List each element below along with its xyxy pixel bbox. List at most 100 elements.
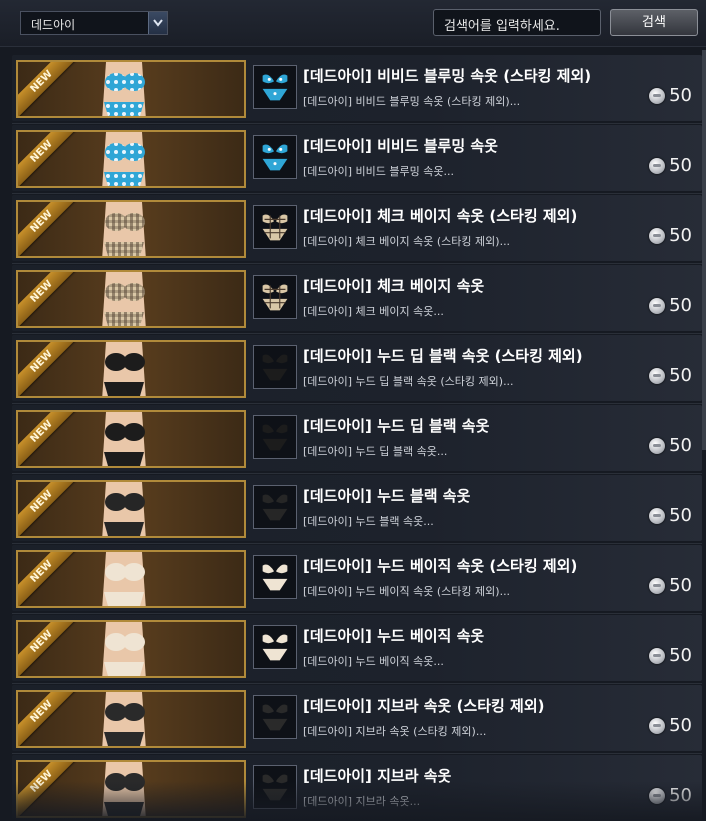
item-title[interactable]: [데드아이] 비비드 블루밍 속옷 [303, 135, 498, 156]
chevron-down-icon[interactable] [148, 12, 167, 34]
item-preview-image[interactable]: NEW [16, 760, 246, 818]
item-title[interactable]: [데드아이] 체크 베이지 속옷 [303, 275, 484, 296]
item-preview-image[interactable]: NEW [16, 620, 246, 678]
list-item[interactable]: NEW [데드아이] 지브라 속옷 [데드아이] 지브라 속옷... 50 [12, 755, 702, 821]
new-badge: NEW [18, 272, 81, 326]
item-title[interactable]: [데드아이] 누드 딥 블랙 속옷 [303, 415, 489, 436]
list-item[interactable]: NEW [데드아이] 체크 베이지 속옷 (스타킹 제외) [데드아이] 체크 베이… [12, 195, 702, 264]
item-title[interactable]: [데드아이] 비비드 블루밍 속옷 (스타킹 제외) [303, 65, 591, 86]
lingerie-icon[interactable] [253, 135, 297, 179]
item-title[interactable]: [데드아이] 체크 베이지 속옷 (스타킹 제외) [303, 205, 577, 226]
category-dropdown-value: 데드아이 [31, 18, 76, 32]
new-badge: NEW [18, 482, 81, 536]
search-input[interactable]: 검색어를 입력하세요. [433, 9, 601, 36]
lingerie-icon[interactable] [253, 345, 297, 389]
list-item[interactable]: NEW [데드아이] 누드 딥 블랙 속옷 (스타킹 제외) [데드아이] 누드 딥… [12, 335, 702, 404]
model-figure [88, 552, 160, 606]
list-item[interactable]: NEW [데드아이] 비비드 블루밍 속옷 [데드아이] 비비드 블루밍 속옷...… [12, 125, 702, 194]
item-preview-image[interactable]: NEW [16, 480, 246, 538]
item-title[interactable]: [데드아이] 누드 베이직 속옷 (스타킹 제외) [303, 555, 577, 576]
model-figure [88, 342, 160, 396]
new-badge: NEW [18, 62, 81, 116]
item-description: [데드아이] 누드 딥 블랙 속옷... [303, 445, 448, 458]
item-price: 50 [649, 155, 692, 176]
lingerie-icon[interactable] [253, 275, 297, 319]
price-value: 50 [669, 365, 692, 386]
list-item[interactable]: NEW [데드아이] 지브라 속옷 (스타킹 제외) [데드아이] 지브라 속옷 (… [12, 685, 702, 754]
model-figure [88, 412, 160, 466]
lingerie-icon[interactable] [253, 765, 297, 809]
item-description: [데드아이] 누드 딥 블랙 속옷 (스타킹 제외)... [303, 375, 514, 388]
list-item[interactable]: NEW [데드아이] 비비드 블루밍 속옷 (스타킹 제외) [데드아이] 비비드 … [12, 55, 702, 124]
new-badge: NEW [18, 552, 81, 606]
search-button[interactable]: 검색 [610, 9, 698, 36]
item-preview-image[interactable]: NEW [16, 130, 246, 188]
model-figure [88, 132, 160, 186]
item-price: 50 [649, 365, 692, 386]
new-badge: NEW [18, 132, 81, 186]
lingerie-icon[interactable] [253, 205, 297, 249]
item-description: [데드아이] 누드 베이직 속옷... [303, 655, 444, 668]
item-price: 50 [649, 575, 692, 596]
lingerie-icon[interactable] [253, 555, 297, 599]
item-description: [데드아이] 누드 베이직 속옷 (스타킹 제외)... [303, 585, 511, 598]
price-value: 50 [669, 155, 692, 176]
item-title[interactable]: [데드아이] 지브라 속옷 [303, 765, 451, 786]
list-item[interactable]: NEW [데드아이] 누드 베이직 속옷 (스타킹 제외) [데드아이] 누드 베이… [12, 545, 702, 614]
new-badge: NEW [18, 202, 81, 256]
item-title[interactable]: [데드아이] 누드 블랙 속옷 [303, 485, 470, 506]
model-figure [88, 272, 160, 326]
item-title[interactable]: [데드아이] 누드 딥 블랙 속옷 (스타킹 제외) [303, 345, 583, 366]
item-preview-image[interactable]: NEW [16, 200, 246, 258]
lingerie-icon[interactable] [253, 695, 297, 739]
search-placeholder: 검색어를 입력하세요. [444, 19, 560, 34]
coin-icon [649, 507, 666, 524]
model-figure [88, 762, 160, 816]
coin-icon [649, 577, 666, 594]
lingerie-icon[interactable] [253, 625, 297, 669]
price-value: 50 [669, 85, 692, 106]
lingerie-icon[interactable] [253, 65, 297, 109]
item-description: [데드아이] 비비드 블루밍 속옷 (스타킹 제외)... [303, 95, 521, 108]
list-item[interactable]: NEW [데드아이] 체크 베이지 속옷 [데드아이] 체크 베이지 속옷... 50 [12, 265, 702, 334]
new-badge: NEW [18, 342, 81, 396]
scrollbar[interactable] [702, 50, 706, 450]
coin-icon [649, 787, 666, 804]
coin-icon [649, 647, 666, 664]
model-figure [88, 692, 160, 746]
coin-icon [649, 367, 666, 384]
item-title[interactable]: [데드아이] 지브라 속옷 (스타킹 제외) [303, 695, 545, 716]
item-description: [데드아이] 누드 블랙 속옷... [303, 515, 434, 528]
item-title[interactable]: [데드아이] 누드 베이직 속옷 [303, 625, 484, 646]
item-price: 50 [649, 505, 692, 526]
list-item[interactable]: NEW [데드아이] 누드 딥 블랙 속옷 [데드아이] 누드 딥 블랙 속옷...… [12, 405, 702, 474]
item-preview-image[interactable]: NEW [16, 410, 246, 468]
item-preview-image[interactable]: NEW [16, 550, 246, 608]
item-preview-image[interactable]: NEW [16, 340, 246, 398]
new-badge: NEW [18, 762, 81, 816]
coin-icon [649, 157, 666, 174]
item-description: [데드아이] 비비드 블루밍 속옷... [303, 165, 455, 178]
price-value: 50 [669, 295, 692, 316]
item-price: 50 [649, 295, 692, 316]
price-value: 50 [669, 435, 692, 456]
new-badge: NEW [18, 412, 81, 466]
item-price: 50 [649, 435, 692, 456]
coin-icon [649, 87, 666, 104]
item-description: [데드아이] 체크 베이지 속옷 (스타킹 제외)... [303, 235, 511, 248]
coin-icon [649, 297, 666, 314]
coin-icon [649, 717, 666, 734]
lingerie-icon[interactable] [253, 415, 297, 459]
item-preview-image[interactable]: NEW [16, 270, 246, 328]
price-value: 50 [669, 575, 692, 596]
item-price: 50 [649, 85, 692, 106]
coin-icon [649, 437, 666, 454]
item-price: 50 [649, 645, 692, 666]
new-badge: NEW [18, 622, 81, 676]
category-dropdown[interactable]: 데드아이 [20, 11, 168, 35]
list-item[interactable]: NEW [데드아이] 누드 베이직 속옷 [데드아이] 누드 베이직 속옷... 50 [12, 615, 702, 684]
item-preview-image[interactable]: NEW [16, 690, 246, 748]
lingerie-icon[interactable] [253, 485, 297, 529]
list-item[interactable]: NEW [데드아이] 누드 블랙 속옷 [데드아이] 누드 블랙 속옷... 50 [12, 475, 702, 544]
item-preview-image[interactable]: NEW [16, 60, 246, 118]
